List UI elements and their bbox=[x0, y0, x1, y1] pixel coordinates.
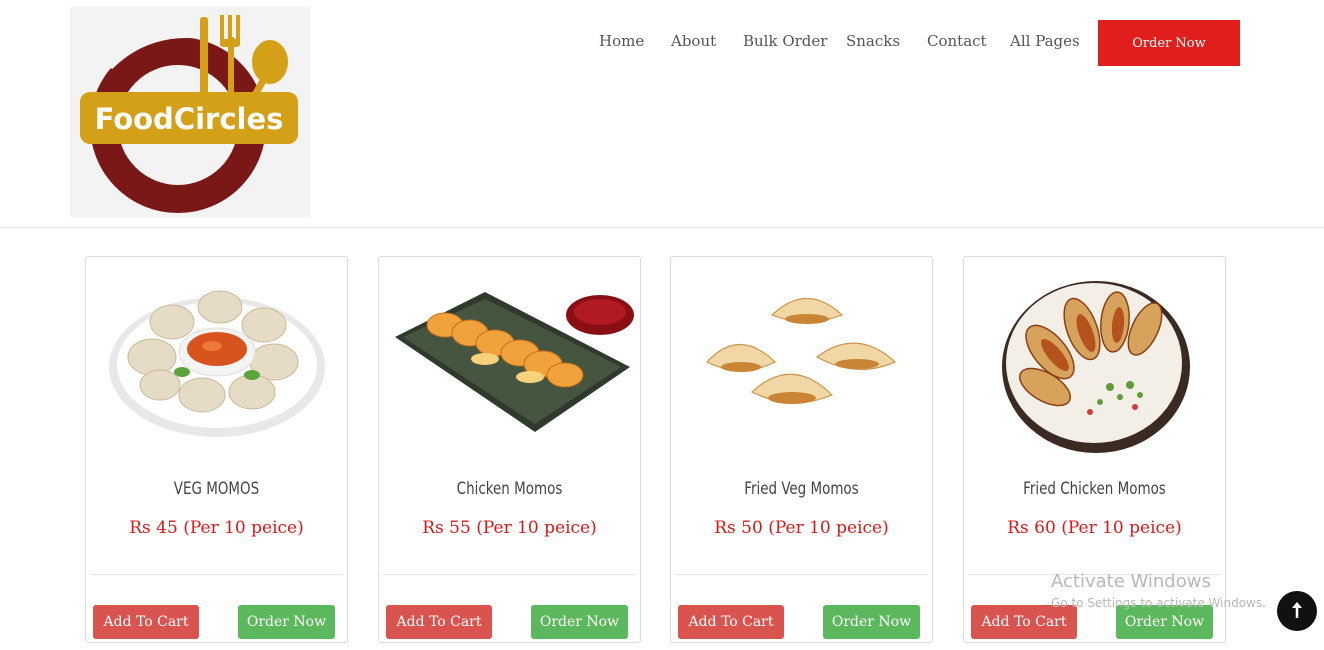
veg-momos-image bbox=[92, 267, 342, 457]
order-now-button[interactable]: Order Now bbox=[823, 605, 920, 639]
product-price: Rs 55 (Per 10 peice) bbox=[422, 518, 597, 538]
fried-chicken-momos-image bbox=[970, 267, 1220, 457]
product-price: Rs 60 (Per 10 peice) bbox=[1007, 518, 1182, 538]
card-divider bbox=[675, 574, 928, 575]
order-now-button[interactable]: Order Now bbox=[531, 605, 628, 639]
nav-snacks[interactable]: Snacks bbox=[846, 32, 900, 50]
card-divider bbox=[90, 574, 343, 575]
activate-windows-watermark: Activate Windows Go to Settings to activ… bbox=[1051, 571, 1266, 610]
chicken-momos-image bbox=[385, 267, 635, 457]
product-card: Chicken Momos Rs 55 (Per 10 peice) Add T… bbox=[378, 256, 641, 643]
header-order-now-button[interactable]: Order Now bbox=[1098, 20, 1240, 66]
nav-about[interactable]: About bbox=[671, 32, 716, 50]
add-to-cart-button[interactable]: Add To Cart bbox=[971, 605, 1077, 639]
add-to-cart-button[interactable]: Add To Cart bbox=[678, 605, 784, 639]
nav-bulk-order[interactable]: Bulk Order bbox=[743, 32, 827, 50]
fried-veg-momos-image bbox=[677, 267, 927, 457]
nav-home[interactable]: Home bbox=[599, 32, 644, 50]
card-divider bbox=[383, 574, 636, 575]
product-price: Rs 50 (Per 10 peice) bbox=[714, 518, 889, 538]
arrow-up-icon bbox=[1292, 602, 1302, 618]
order-now-button[interactable]: Order Now bbox=[1116, 605, 1213, 639]
product-card: Fried Veg Momos Rs 50 (Per 10 peice) Add… bbox=[670, 256, 933, 643]
scroll-to-top-button[interactable] bbox=[1277, 591, 1317, 631]
product-name: Fried Chicken Momos bbox=[1023, 479, 1166, 499]
nav-all-pages[interactable]: All Pages bbox=[1010, 32, 1080, 50]
product-name: VEG MOMOS bbox=[173, 479, 260, 499]
watermark-subtitle: Go to Settings to activate Windows. bbox=[1051, 596, 1266, 610]
add-to-cart-button[interactable]: Add To Cart bbox=[386, 605, 492, 639]
watermark-title: Activate Windows bbox=[1051, 571, 1211, 592]
product-price: Rs 45 (Per 10 peice) bbox=[129, 518, 304, 538]
product-name: Fried Veg Momos bbox=[744, 479, 859, 499]
site-header: FoodCircles Home About Bulk Order Snacks… bbox=[0, 0, 1324, 228]
product-name: Chicken Momos bbox=[456, 479, 563, 499]
logo-text: FoodCircles bbox=[95, 102, 284, 136]
nav-contact[interactable]: Contact bbox=[927, 32, 987, 50]
add-to-cart-button[interactable]: Add To Cart bbox=[93, 605, 199, 639]
product-card: VEG MOMOS Rs 45 (Per 10 peice) Add To Ca… bbox=[85, 256, 348, 643]
order-now-button[interactable]: Order Now bbox=[238, 605, 335, 639]
